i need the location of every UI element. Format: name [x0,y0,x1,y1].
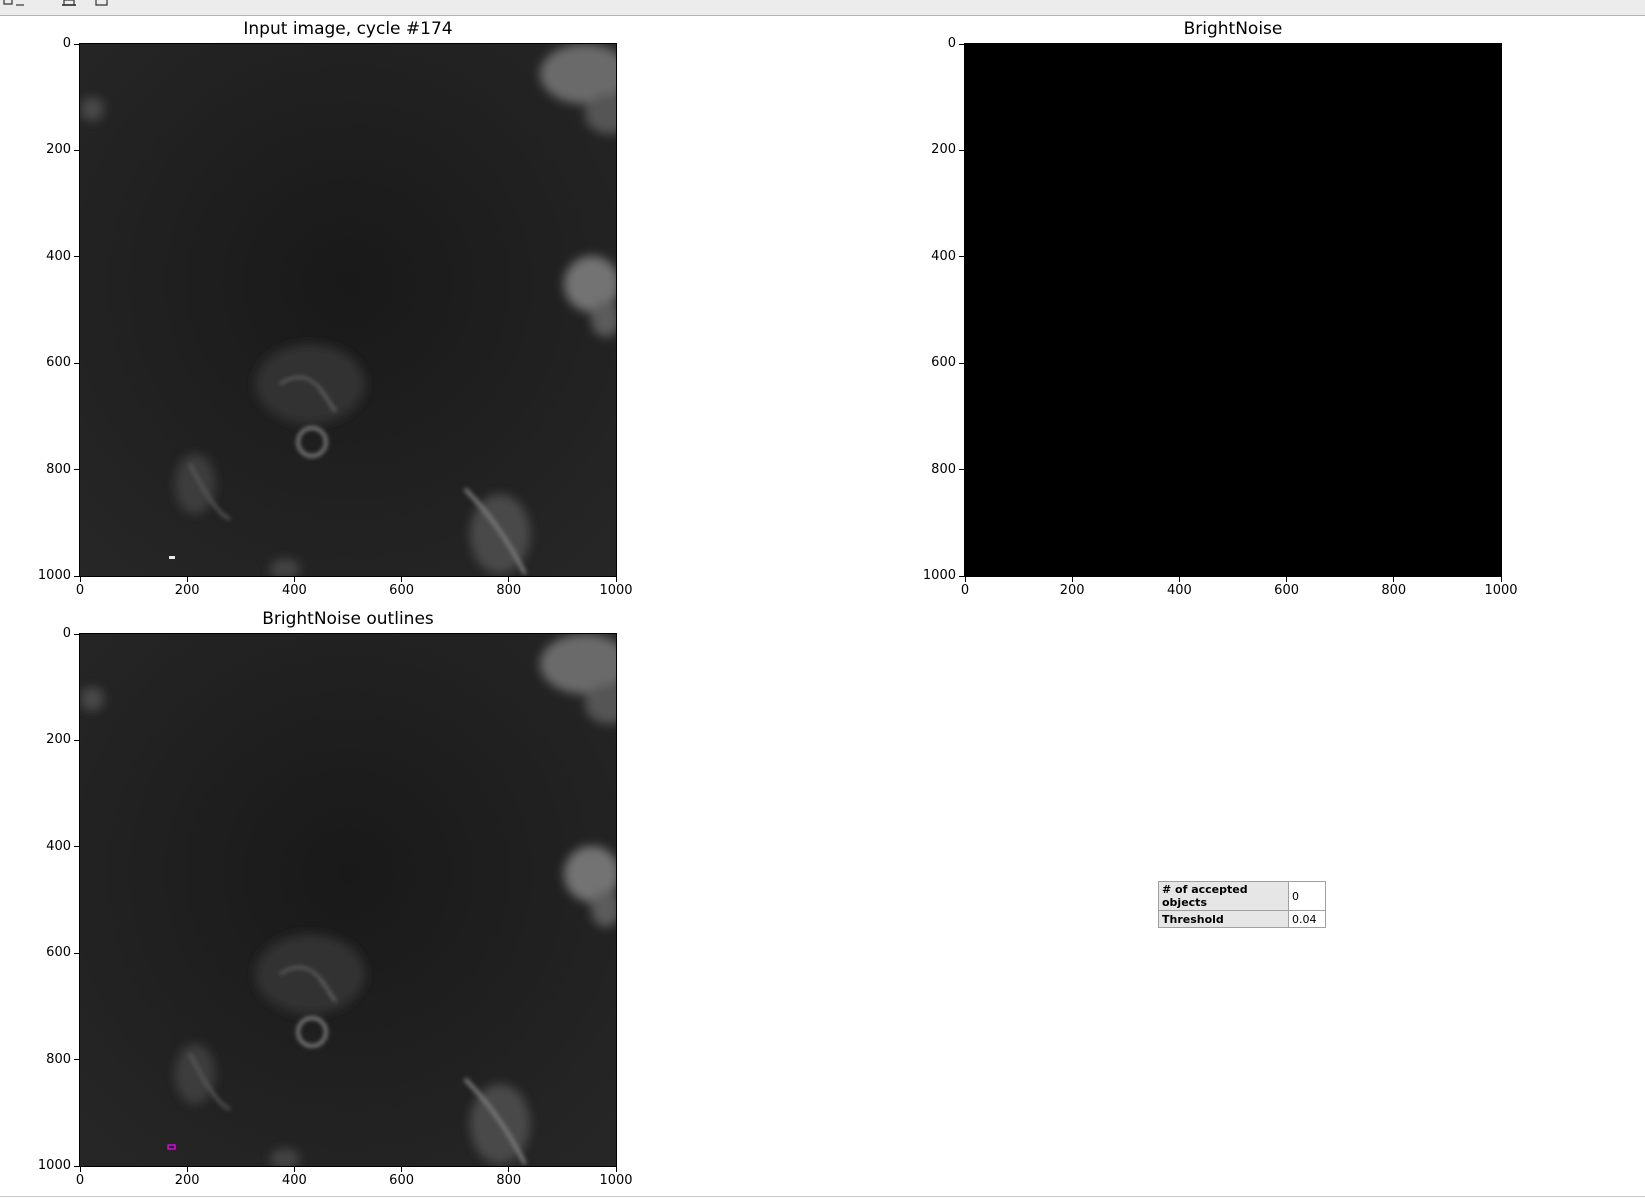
stats-table: # of accepted objects 0 Threshold 0.04 [1158,881,1326,928]
x-tick [186,1167,188,1172]
x-tick [401,577,403,582]
y-tick [959,149,964,151]
y-tick-label: 600 [931,355,956,371]
x-tick [79,1167,81,1172]
x-tick [1500,577,1502,582]
panel-title-brightnoise: BrightNoise [1183,19,1283,39]
x-tick-label: 600 [389,1173,414,1188]
y-tick-label: 400 [46,838,71,854]
x-tick-label: 800 [1381,583,1407,598]
stats-label: # of accepted objects [1158,881,1289,911]
brightnoise-axes[interactable] [964,43,1502,577]
y-tick-label: 0 [62,36,71,51]
y-tick-label: 800 [931,461,956,477]
table-row: # of accepted objects 0 [1158,881,1326,911]
panel-title-outlines: BrightNoise outlines [262,609,434,629]
x-tick-label: 1000 [599,1173,633,1188]
y-tick-label: 0 [62,626,71,641]
y-tick-label: 600 [46,355,71,371]
outlines-micrograph [80,634,616,1166]
x-tick-label: 800 [496,1173,522,1188]
x-tick-label: 800 [496,583,522,598]
save-figure-icon[interactable] [94,0,110,6]
x-tick-label: 0 [75,1173,85,1188]
y-tick [74,256,79,258]
y-tick [74,469,79,471]
x-tick [964,577,966,582]
x-tick-label: 400 [281,583,307,598]
x-tick [615,577,617,582]
y-tick [959,256,964,258]
stats-value: 0.04 [1288,910,1326,928]
stats-value: 0 [1288,881,1326,911]
y-tick [74,43,79,45]
x-tick-label: 400 [281,1173,307,1188]
y-tick [74,739,79,741]
y-tick-label: 400 [46,248,71,264]
outlines-axes[interactable] [79,633,617,1167]
y-tick-label: 200 [46,142,71,158]
y-tick [74,952,79,954]
x-tick-label: 200 [1059,583,1085,598]
x-tick [508,1167,510,1172]
x-tick-label: 0 [960,583,970,598]
x-tick-label: 600 [1274,583,1299,598]
input-micrograph [80,44,616,576]
y-tick [959,469,964,471]
y-tick [74,633,79,635]
y-tick-label: 1000 [37,568,71,583]
x-tick-label: 1000 [599,583,633,598]
x-tick-label: 200 [174,1173,200,1188]
x-tick-label: 400 [1166,583,1192,598]
x-tick [1286,577,1288,582]
y-tick [959,362,964,364]
x-tick [1071,577,1073,582]
y-tick [74,846,79,848]
y-tick-label: 1000 [37,1158,71,1173]
x-tick-label: 1000 [1484,583,1518,598]
y-tick-label: 800 [46,1051,71,1067]
x-tick [1393,577,1395,582]
table-row: Threshold 0.04 [1158,910,1326,928]
x-tick [401,1167,403,1172]
y-tick-label: 400 [931,248,956,264]
x-tick [508,577,510,582]
x-tick-label: 200 [174,583,200,598]
input-image-axes[interactable] [79,43,617,577]
x-tick-label: 0 [75,583,85,598]
y-tick [959,575,964,577]
y-tick [959,43,964,45]
status-divider [0,1196,1645,1197]
x-tick-label: 600 [389,583,414,598]
y-tick [74,149,79,151]
configure-subplots-icon[interactable] [60,0,80,6]
y-tick [74,1165,79,1167]
y-tick-label: 200 [931,142,956,158]
y-tick-label: 1000 [922,568,956,583]
y-tick-label: 200 [46,732,71,748]
x-tick [79,577,81,582]
x-tick [1178,577,1180,582]
y-tick-label: 600 [46,945,71,961]
zoom-icon[interactable] [2,0,26,6]
x-tick [293,577,295,582]
figure-toolbar [0,0,1645,16]
stats-label: Threshold [1158,910,1289,928]
y-tick-label: 0 [947,36,956,51]
x-tick [186,577,188,582]
y-tick-label: 800 [46,461,71,477]
x-tick [615,1167,617,1172]
y-tick [74,1059,79,1061]
x-tick [293,1167,295,1172]
y-tick [74,362,79,364]
panel-title-input: Input image, cycle #174 [243,19,453,39]
y-tick [74,575,79,577]
